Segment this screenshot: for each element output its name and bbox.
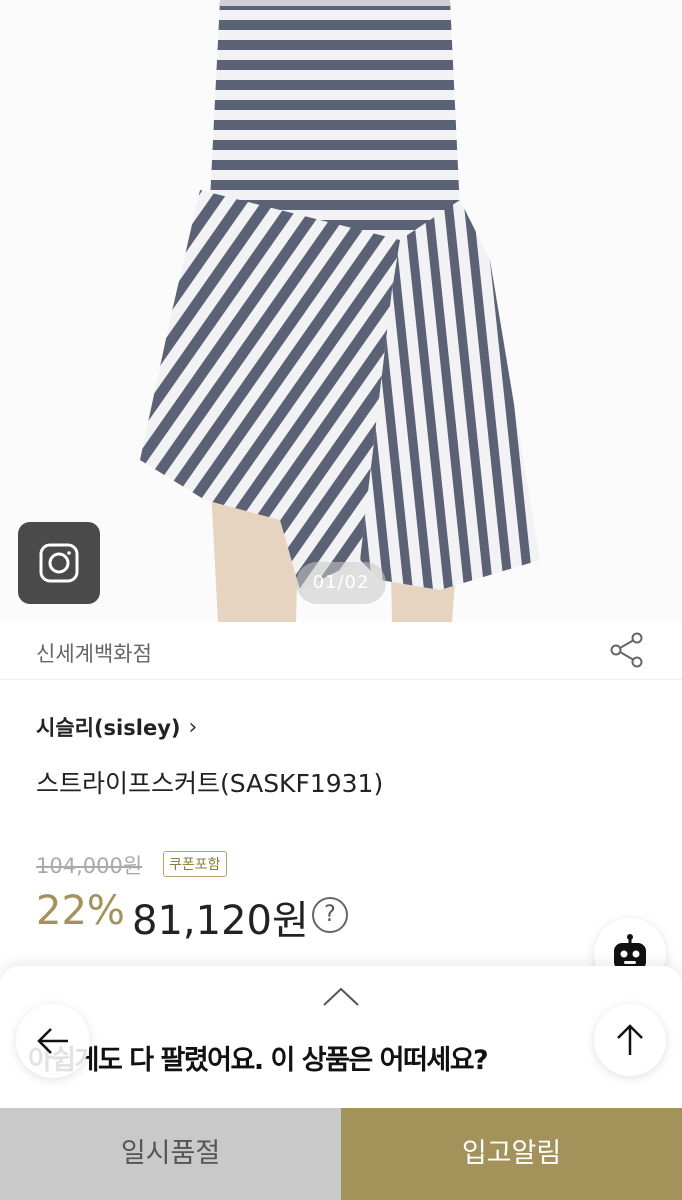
back-button[interactable] bbox=[16, 1004, 90, 1078]
sale-price: 81,120원 bbox=[132, 898, 309, 944]
soldout-message: 아쉽게도 다 팔렸어요. 이 상품은 어떠세요? bbox=[28, 1045, 489, 1076]
brand-name: 시슬리(sisley) bbox=[36, 716, 181, 740]
instagram-button[interactable] bbox=[18, 522, 100, 604]
restock-notify-button[interactable]: 입고알림 bbox=[341, 1108, 682, 1200]
coupon-badge: 쿠폰포함 bbox=[163, 851, 227, 877]
seller-row: 신세계백화점 bbox=[0, 622, 682, 680]
chevron-right-icon: › bbox=[188, 714, 198, 740]
image-pager: 01/02 bbox=[296, 562, 386, 604]
chevron-up-icon[interactable] bbox=[322, 986, 360, 1008]
original-price: 104,000원 bbox=[36, 854, 143, 878]
product-image[interactable]: 01/02 bbox=[0, 0, 682, 622]
product-name: 스트라이프스커트(SASKF1931) bbox=[36, 769, 384, 798]
discount-rate: 22% bbox=[36, 888, 125, 934]
arrow-up-icon bbox=[617, 1024, 643, 1055]
skirt-illustration bbox=[140, 0, 540, 622]
brand-link[interactable]: 시슬리(sisley) › bbox=[36, 712, 197, 742]
seller-name[interactable]: 신세계백화점 bbox=[36, 638, 152, 668]
soldout-button[interactable]: 일시품절 bbox=[0, 1108, 341, 1200]
scroll-top-button[interactable] bbox=[594, 1004, 666, 1076]
price-help-icon[interactable]: ? bbox=[312, 897, 348, 933]
arrow-left-icon bbox=[37, 1028, 68, 1054]
share-icon[interactable] bbox=[610, 632, 644, 668]
camera-icon bbox=[39, 543, 79, 583]
recommendation-sheet: 아쉽게도 다 팔렸어요. 이 상품은 어떠세요? bbox=[0, 966, 682, 1110]
